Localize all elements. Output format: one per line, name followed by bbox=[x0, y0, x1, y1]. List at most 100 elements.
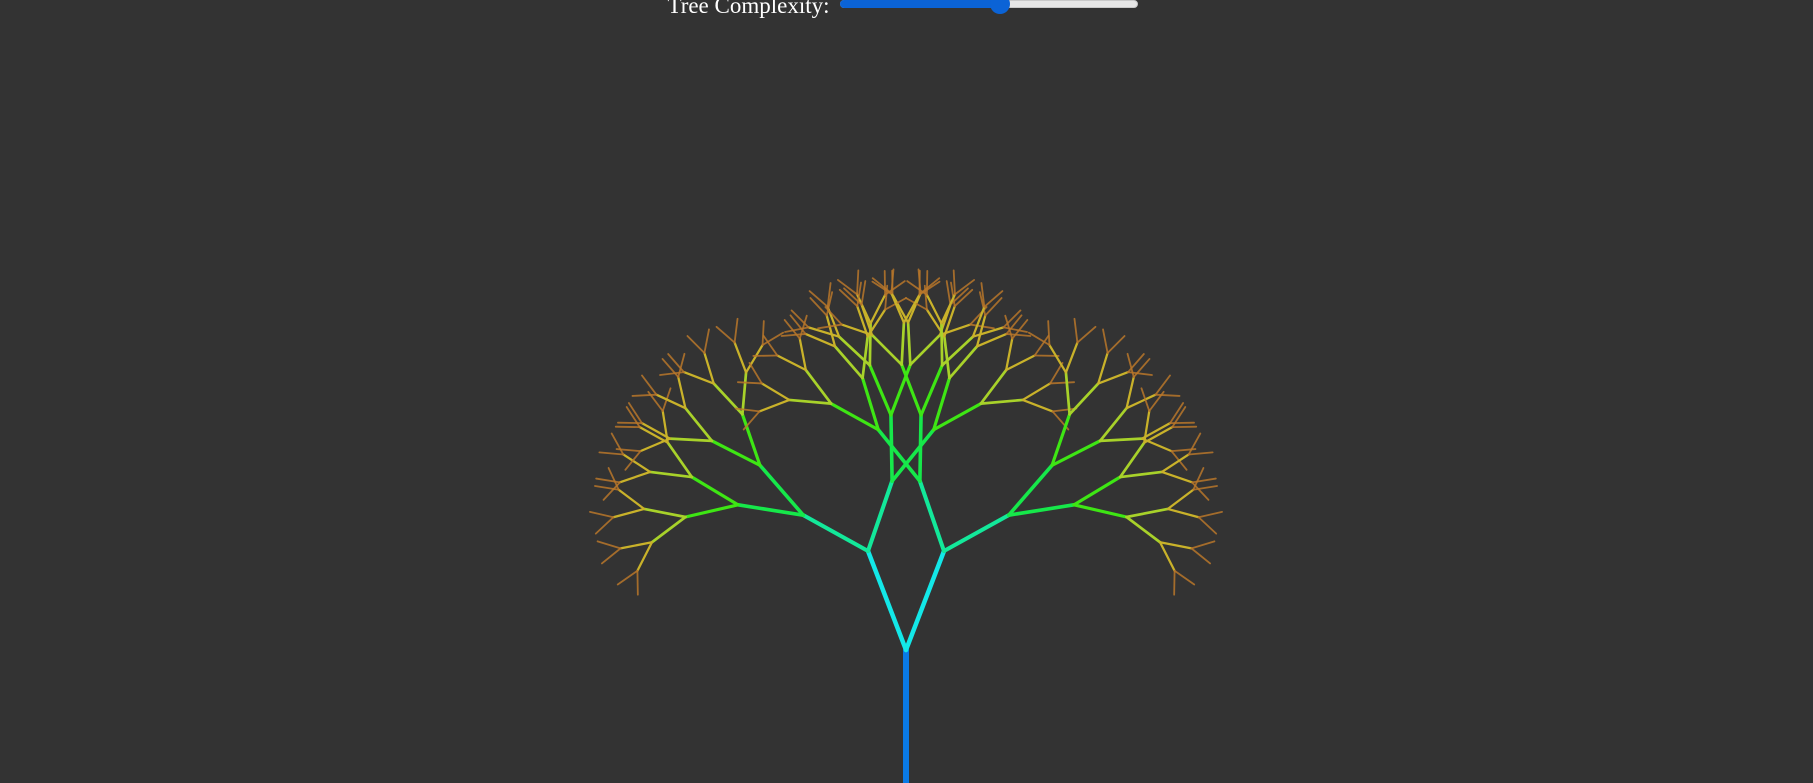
tree-branch bbox=[945, 280, 952, 306]
tree-branch bbox=[865, 479, 895, 554]
tree-branch bbox=[648, 470, 694, 479]
tree-branch bbox=[918, 413, 923, 483]
tree-branch bbox=[612, 507, 646, 519]
tree-branch bbox=[615, 448, 642, 453]
tree-branch bbox=[1097, 370, 1130, 385]
tree-branch bbox=[979, 398, 1025, 405]
tree-branch bbox=[598, 451, 625, 456]
tree-branch bbox=[917, 479, 947, 554]
tree-branch bbox=[1118, 470, 1164, 479]
tree-branch bbox=[804, 368, 833, 405]
tree-branch bbox=[600, 547, 622, 565]
tree-branch bbox=[971, 326, 1005, 338]
tree-branch bbox=[760, 382, 791, 402]
tree-branch bbox=[616, 569, 639, 586]
tree-branch bbox=[979, 368, 1008, 405]
tree-branch bbox=[619, 541, 654, 550]
tree-branch bbox=[715, 325, 736, 344]
tree-branch bbox=[948, 345, 979, 380]
tree-branch bbox=[1049, 361, 1064, 385]
tree-branch bbox=[787, 398, 833, 405]
fractal-tree-canvas bbox=[589, 268, 1223, 783]
tree-branch bbox=[596, 540, 622, 550]
tree-branch bbox=[889, 363, 912, 417]
tree-branch bbox=[860, 280, 867, 306]
tree-branch bbox=[602, 481, 621, 501]
tree-branch bbox=[1143, 409, 1151, 444]
tree-branch bbox=[594, 516, 615, 535]
tree-branch bbox=[624, 450, 642, 471]
tree-branch bbox=[809, 297, 828, 317]
tree-branch bbox=[650, 515, 687, 544]
tree-branch bbox=[1125, 507, 1170, 519]
tree-branch bbox=[677, 375, 687, 410]
tree-branch bbox=[1072, 503, 1129, 519]
tree-branch bbox=[703, 328, 710, 354]
tree-branch bbox=[784, 326, 810, 333]
tree-branch bbox=[1033, 334, 1050, 357]
tree-branch bbox=[1021, 398, 1054, 413]
tree-branch bbox=[683, 503, 740, 519]
tree-branch bbox=[1021, 382, 1052, 402]
tree-branch bbox=[666, 441, 694, 479]
tree-branch bbox=[1154, 393, 1181, 397]
tree-branch bbox=[952, 269, 956, 296]
tree-branch bbox=[861, 335, 870, 380]
tree-branch bbox=[1005, 337, 1014, 372]
tree-branch bbox=[668, 437, 714, 443]
tree-branch bbox=[1097, 351, 1109, 385]
tree-branch bbox=[744, 343, 764, 374]
tree-branch bbox=[703, 351, 715, 385]
tree-branch bbox=[741, 371, 748, 416]
tree-branch bbox=[748, 361, 763, 385]
tree-branch bbox=[1190, 547, 1212, 565]
tree-branch bbox=[589, 510, 615, 519]
tree-branch bbox=[733, 317, 739, 344]
tree-branch bbox=[941, 513, 1011, 554]
tree-branch bbox=[801, 513, 871, 554]
tree-branch bbox=[1005, 354, 1036, 372]
tree-branch bbox=[807, 326, 841, 338]
tree-branch bbox=[1049, 381, 1076, 385]
tree-branch bbox=[1073, 317, 1079, 344]
tree-branch bbox=[659, 371, 685, 376]
tree-branch bbox=[1076, 325, 1097, 344]
tree-branch bbox=[682, 370, 715, 385]
tree-branch bbox=[984, 297, 1003, 317]
tree-branch bbox=[865, 548, 909, 653]
tree-branch bbox=[610, 432, 625, 456]
tree-branch bbox=[1064, 371, 1071, 416]
tree-branch bbox=[856, 269, 860, 296]
tree-branch bbox=[906, 321, 912, 367]
tree-branch bbox=[833, 345, 864, 380]
tree-branch bbox=[1190, 540, 1216, 550]
tree-branch bbox=[1166, 488, 1195, 511]
tree-branch bbox=[618, 470, 652, 484]
tree-branch bbox=[733, 341, 748, 374]
tree-branch bbox=[940, 322, 944, 367]
tree-branch bbox=[1187, 451, 1214, 456]
tree-branch bbox=[761, 320, 765, 346]
tree-branch bbox=[1187, 432, 1202, 456]
tree-branch bbox=[1158, 541, 1193, 550]
tree-branch bbox=[762, 334, 779, 357]
tree-branch bbox=[1197, 510, 1223, 519]
tree-branch bbox=[906, 280, 928, 296]
tree-branch bbox=[1098, 406, 1128, 443]
tree-branch bbox=[636, 541, 654, 572]
tree-branch bbox=[890, 292, 906, 324]
tree-branch bbox=[1197, 516, 1218, 535]
tree-branch bbox=[919, 277, 941, 295]
tree-branch bbox=[908, 333, 942, 367]
tree-branch bbox=[900, 321, 906, 367]
tree-branch bbox=[1047, 320, 1051, 346]
tree-branch bbox=[690, 475, 740, 507]
tree-branch bbox=[870, 333, 904, 367]
tree-branch bbox=[1125, 393, 1157, 410]
tree-branch bbox=[1102, 328, 1109, 354]
tree-branch bbox=[1098, 437, 1144, 443]
tree-branch bbox=[655, 393, 687, 410]
tree-branch bbox=[1191, 477, 1217, 484]
tree-branch bbox=[758, 398, 791, 413]
tree-branch bbox=[686, 335, 706, 354]
